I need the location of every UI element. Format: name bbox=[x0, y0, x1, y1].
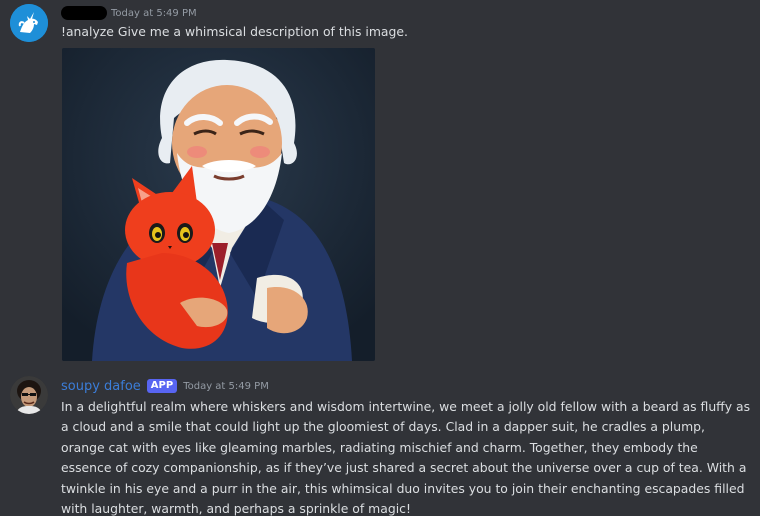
unicorn-icon bbox=[10, 4, 48, 42]
message-header: Today at 5:49 PM bbox=[61, 3, 197, 23]
message-text: In a delightful realm where whiskers and… bbox=[61, 399, 751, 516]
message-header: soupy dafoe APP Today at 5:49 PM bbox=[61, 376, 269, 396]
message-user: Today at 5:49 PM !analyze Give me a whim… bbox=[0, 0, 760, 372]
username[interactable]: soupy dafoe bbox=[61, 379, 141, 394]
message-text: !analyze Give me a whimsical description… bbox=[61, 24, 408, 39]
old-man-with-cat-image bbox=[62, 48, 375, 361]
message-timestamp[interactable]: Today at 5:49 PM bbox=[183, 381, 269, 392]
bot-avatar-icon bbox=[10, 376, 48, 414]
message-timestamp[interactable]: Today at 5:49 PM bbox=[111, 8, 197, 19]
bot-avatar[interactable] bbox=[10, 376, 48, 414]
user-avatar[interactable] bbox=[10, 4, 48, 42]
message-bot: soupy dafoe APP Today at 5:49 PM In a de… bbox=[0, 372, 760, 516]
chat-message-list: Today at 5:49 PM !analyze Give me a whim… bbox=[0, 0, 760, 516]
image-attachment[interactable] bbox=[62, 48, 375, 361]
app-badge: APP bbox=[146, 379, 178, 393]
redacted-username bbox=[61, 6, 107, 20]
